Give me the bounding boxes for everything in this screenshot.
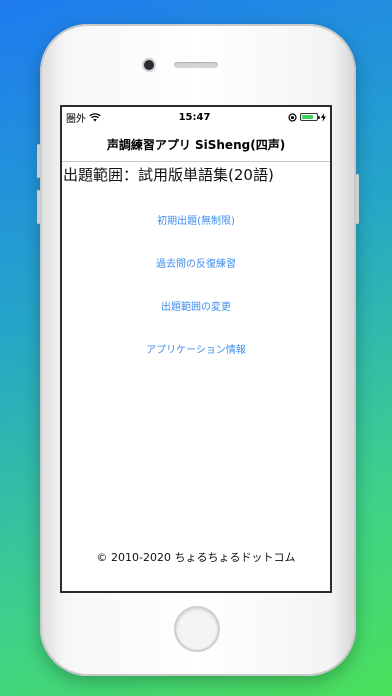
app-screen: 圏外 15:47 声調練習アプリ SiSheng(四声) 出題範囲：試用版単語集… (60, 105, 332, 593)
nav-bar: 声調練習アプリ SiSheng(四声) (62, 127, 330, 162)
review-past-questions-button[interactable]: 過去問の反復練習 (62, 256, 330, 299)
change-range-button[interactable]: 出題範囲の変更 (62, 299, 330, 342)
copyright-footer: © 2010-2020 ちょるちょるドットコム (96, 551, 296, 564)
power-button (356, 174, 359, 224)
earpiece-speaker (174, 62, 218, 68)
initial-questions-button[interactable]: 初期出題(無制限) (62, 213, 330, 256)
rotation-lock-icon (288, 112, 297, 122)
status-time: 15:47 (178, 111, 211, 123)
carrier-label: 圏外 (66, 113, 86, 125)
app-info-button[interactable]: アプリケーション情報 (62, 342, 330, 385)
app-title: 声調練習アプリ SiSheng(四声) (106, 137, 286, 152)
charging-icon (321, 112, 326, 122)
question-range-label: 出題範囲：試用版単語集(20語) (63, 166, 274, 184)
wifi-icon (89, 112, 101, 121)
front-camera (144, 60, 154, 70)
volume-up-button (37, 144, 40, 178)
main-menu: 初期出題(無制限) 過去問の反復練習 出題範囲の変更 アプリケーション情報 (62, 213, 330, 385)
volume-down-button (37, 190, 40, 224)
home-button[interactable] (176, 608, 218, 650)
battery-icon (300, 113, 320, 121)
status-bar: 圏外 15:47 (62, 107, 330, 127)
